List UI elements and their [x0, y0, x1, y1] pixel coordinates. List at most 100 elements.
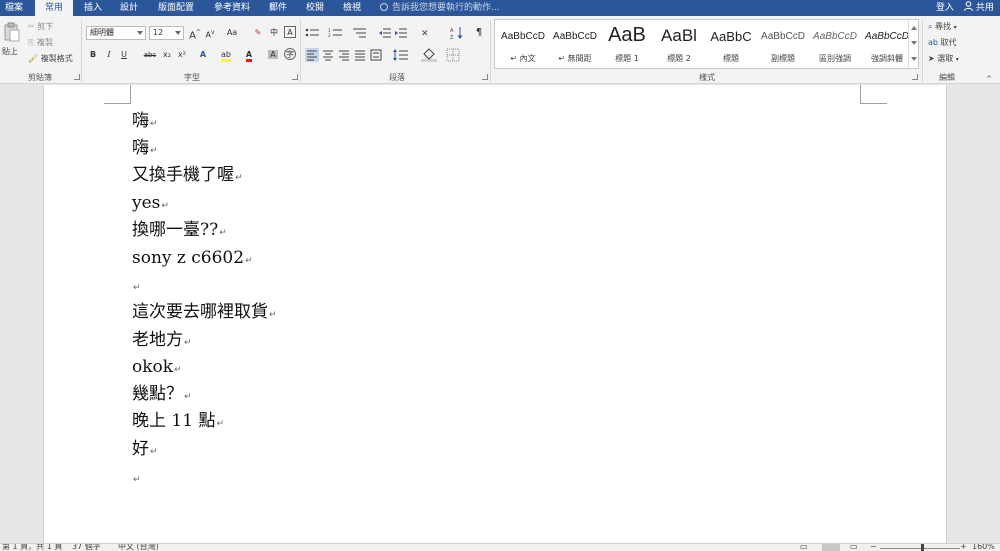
shrink-font-button[interactable]: Av [203, 26, 217, 40]
share-label: 共用 [975, 3, 994, 13]
document-line[interactable]: ↵ [132, 272, 141, 298]
document-line[interactable]: 又換手機了喔↵ [132, 162, 243, 188]
bullets-icon[interactable] [305, 28, 321, 38]
sort-icon[interactable]: AZ [450, 26, 464, 40]
tab-mailings[interactable]: 郵件 [263, 0, 293, 16]
tab-layout[interactable]: 版面配置 [152, 0, 200, 16]
status-bar: 第 1 頁，共 1 頁 37 個字 中文 (台灣) ▭ ▭ − + 160% [0, 543, 1000, 551]
page-count[interactable]: 第 1 頁，共 1 頁 [2, 544, 62, 551]
bold-button[interactable]: B [86, 48, 100, 62]
web-layout-icon[interactable]: ▭ [850, 544, 858, 551]
format-painter-button[interactable]: 🖌 複製格式 [28, 54, 73, 64]
style-no-spacing[interactable]: AaBbCcD ↵ 無間距 [549, 22, 601, 66]
document-line[interactable]: 好↵ [132, 436, 158, 462]
font-name-combo[interactable]: 細明體 [86, 26, 146, 40]
distributed-icon[interactable] [369, 48, 383, 62]
copy-button[interactable]: ⎘ 複製 [28, 38, 53, 48]
styles-launcher-icon[interactable] [912, 74, 918, 80]
zoom-slider-thumb[interactable] [921, 544, 924, 551]
zoom-out-icon[interactable]: − [870, 544, 877, 551]
style-sample: AaB [608, 24, 646, 46]
zoom-in-icon[interactable]: + [960, 544, 967, 551]
highlight-button[interactable]: ab [219, 48, 233, 62]
select-label: 選取 [937, 54, 954, 63]
numbering-icon[interactable]: 12 [328, 28, 344, 38]
text-effects-button[interactable]: A [196, 48, 210, 62]
character-shading-button[interactable]: A [266, 48, 280, 62]
shading-bucket-icon[interactable] [421, 48, 437, 62]
change-case-button[interactable]: Aa [222, 26, 242, 40]
line-spacing-icon[interactable] [392, 48, 410, 62]
style-normal[interactable]: AaBbCcD ↵ 內文 [497, 22, 549, 66]
document-line[interactable]: sony z c6602↵ [132, 245, 253, 271]
paragraph-launcher-icon[interactable] [482, 74, 488, 80]
document-page[interactable]: 嗨↵ 嗨↵ 又換手機了喔↵ yes↵ 換哪一臺??↵ sony z c6602↵… [43, 85, 947, 543]
superscript-button[interactable]: x² [175, 48, 189, 62]
style-title[interactable]: AaBbC 標題 [705, 22, 757, 66]
document-line[interactable]: 這次要去哪裡取貨↵ [132, 299, 277, 325]
document-line[interactable]: 老地方↵ [132, 327, 192, 353]
style-subtitle[interactable]: AaBbCcD 副標題 [757, 22, 809, 66]
gallery-scroll[interactable] [908, 20, 918, 68]
align-right-icon[interactable] [337, 48, 351, 62]
style-heading-2[interactable]: AaBl 標題 2 [653, 22, 705, 66]
replace-button[interactable]: ab 取代 [928, 38, 957, 48]
show-formatting-marks-button[interactable]: ¶ [472, 26, 486, 40]
document-line[interactable]: okok↵ [132, 354, 182, 380]
language-indicator[interactable]: 中文 (台灣) [118, 544, 159, 551]
search-icon: ⌕ [928, 22, 933, 31]
grow-font-button[interactable]: A^ [188, 26, 202, 41]
tell-me-box[interactable]: 告訴我您想要執行的動作... [380, 0, 500, 16]
font-launcher-icon[interactable] [292, 74, 298, 80]
zoom-level[interactable]: 160% [972, 544, 995, 551]
read-mode-icon[interactable]: ▭ [800, 544, 808, 551]
strikethrough-button[interactable]: abc [141, 48, 159, 62]
document-line[interactable]: yes↵ [132, 190, 169, 216]
collapse-ribbon-icon[interactable]: ^ [986, 74, 992, 84]
tab-design[interactable]: 設計 [114, 0, 144, 16]
style-emphasis[interactable]: AaBbCcD 強調斜體 [861, 22, 913, 66]
document-line[interactable]: 嗨↵ [132, 135, 158, 161]
document-line[interactable]: 換哪一臺??↵ [132, 217, 227, 243]
sign-in-link[interactable]: 登入 [936, 0, 954, 16]
align-center-icon[interactable] [321, 48, 335, 62]
paste-button[interactable]: 貼上 [2, 20, 22, 68]
italic-button[interactable]: I [102, 48, 116, 62]
subscript-button[interactable]: x₂ [160, 48, 174, 62]
tab-review[interactable]: 校閱 [300, 0, 330, 16]
zoom-slider[interactable] [880, 548, 960, 549]
find-button[interactable]: ⌕ 尋找 ▾ [928, 22, 957, 33]
tab-references[interactable]: 參考資料 [208, 0, 256, 16]
decrease-indent-icon[interactable] [379, 28, 391, 38]
clear-formatting-button[interactable]: ✎ [251, 26, 265, 40]
underline-button[interactable]: U [117, 48, 131, 62]
asian-layout-icon[interactable]: ✕ [421, 27, 435, 39]
print-layout-icon[interactable] [822, 544, 840, 551]
align-left-icon[interactable] [305, 48, 319, 62]
tab-insert[interactable]: 插入 [78, 0, 108, 16]
style-heading-1[interactable]: AaB 標題 1 [601, 22, 653, 66]
document-line[interactable]: 幾點？↵ [132, 381, 192, 407]
borders-icon[interactable] [446, 48, 460, 62]
cut-button[interactable]: ✂ 剪下 [28, 22, 53, 32]
enclose-characters-button[interactable]: 字 [284, 48, 296, 60]
document-line[interactable]: 晚上 11 點↵ [132, 408, 224, 434]
ribbon: 貼上 ✂ 剪下 ⎘ 複製 🖌 複製格式 剪貼簿 細明體 12 A^ Av Aa … [0, 16, 1000, 84]
justify-icon[interactable] [353, 48, 367, 62]
phonetic-guide-button[interactable]: 中 [267, 26, 281, 40]
share-button[interactable]: 共用 [964, 0, 994, 16]
tab-file[interactable]: 檔案 [0, 0, 28, 16]
clipboard-launcher-icon[interactable] [74, 74, 80, 80]
select-button[interactable]: ➤ 選取 ▾ [928, 54, 959, 65]
multilevel-list-icon[interactable] [352, 28, 368, 38]
character-border-button[interactable]: A [284, 26, 296, 38]
document-line[interactable]: 嗨↵ [132, 108, 158, 134]
tab-home[interactable]: 常用 [35, 0, 73, 16]
increase-indent-icon[interactable] [395, 28, 407, 38]
style-subtle-emphasis[interactable]: AaBbCcD 區別強調 [809, 22, 861, 66]
word-count[interactable]: 37 個字 [72, 544, 101, 551]
document-line[interactable]: ↵ [132, 464, 141, 490]
font-color-button[interactable]: A [242, 48, 256, 62]
tab-view[interactable]: 檢視 [337, 0, 367, 16]
font-size-combo[interactable]: 12 [149, 26, 184, 40]
